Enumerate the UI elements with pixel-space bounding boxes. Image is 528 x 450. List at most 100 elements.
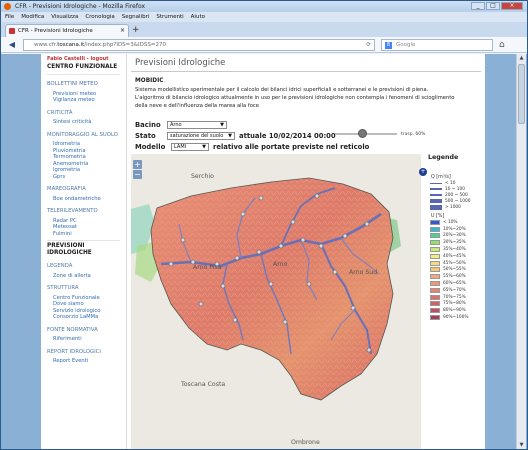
- description-line-1: Sistema modellistico sperimentale per il…: [135, 87, 429, 93]
- new-tab-button[interactable]: +: [132, 25, 140, 35]
- legend-q-line: [430, 199, 442, 203]
- browser-window: CFR - Previsioni Idrologiche - Mozilla F…: [0, 0, 528, 450]
- legend-u-label: 50%~55%: [443, 267, 466, 273]
- sidebar-link[interactable]: Sintesi criticità: [47, 119, 126, 126]
- legend-u-item: 20%~30%: [430, 233, 481, 240]
- legend-u-label: 90%~100%: [443, 315, 469, 321]
- sidebar-link[interactable]: Boe ondametriche: [47, 196, 126, 203]
- sidebar-link[interactable]: Report Eventi: [47, 358, 126, 365]
- legend-u-label: 55%~60%: [443, 274, 466, 280]
- scroll-up-icon[interactable]: ▲: [518, 55, 525, 62]
- window-title: CFR - Previsioni Idrologiche - Mozilla F…: [15, 3, 145, 10]
- menu-visualizza[interactable]: Visualizza: [51, 12, 78, 22]
- sidebar-active-title[interactable]: PREVISIONI IDROLOGICHE: [47, 243, 126, 257]
- legend-u-swatch: [430, 281, 440, 287]
- legend-q-label: 500 ~ 1000: [445, 198, 471, 204]
- legend-u-item: 55%~60%: [430, 273, 481, 280]
- maximize-button[interactable]: □: [486, 2, 500, 10]
- back-button[interactable]: ◀: [7, 40, 17, 50]
- transparency-slider-handle[interactable]: [358, 129, 368, 138]
- tab-bar: CFR - Previsioni Idrologiche × +: [1, 22, 527, 37]
- sidebar-section-title[interactable]: BOLLETTINI METEO: [47, 81, 126, 88]
- sidebar: Fabio Castelli - logout CENTRO FUNZIONAL…: [41, 54, 127, 449]
- legend-q-item: > 1000: [430, 204, 481, 210]
- label-arno-pisa: Arno Pisa: [193, 264, 222, 271]
- menu-modifica[interactable]: Modifica: [21, 12, 44, 22]
- stato-value: saturazione del suolo: [170, 133, 224, 139]
- chevron-down-icon: ▼: [202, 144, 206, 150]
- map-canvas[interactable]: Serchio Arno Pisa Arno Arno Sud Toscana …: [131, 154, 421, 450]
- sidebar-main-title[interactable]: CENTRO FUNZIONALE: [47, 64, 126, 71]
- menu-segnalibri[interactable]: Segnalibri: [122, 12, 150, 22]
- sidebar-section-title[interactable]: FONTE NORMATIVA: [47, 327, 126, 334]
- legend-u-label: 20%~30%: [443, 233, 466, 239]
- scrollbar-thumb[interactable]: [518, 64, 525, 124]
- sidebar-section-title[interactable]: TELERILEVAMENTO: [47, 208, 126, 215]
- modello-row: Modello: [135, 142, 165, 152]
- modello-select[interactable]: LAMI ▼: [171, 143, 209, 151]
- tab-cfr[interactable]: CFR - Previsioni Idrologiche ×: [5, 24, 129, 37]
- menu-aiuto[interactable]: Aiuto: [191, 12, 205, 22]
- legend-u-item: 90%~100%: [430, 314, 481, 321]
- bacino-row: Bacino: [135, 120, 161, 130]
- legend-expand-icon[interactable]: +: [419, 168, 427, 176]
- user-logout-link[interactable]: Fabio Castelli - logout: [47, 56, 126, 62]
- window-controls: _ □ ×: [471, 2, 523, 10]
- menu-file[interactable]: File: [5, 12, 14, 22]
- bacino-select[interactable]: Arno ▼: [167, 121, 227, 129]
- tab-close-icon[interactable]: ×: [120, 25, 125, 37]
- sidebar-section-title[interactable]: REPORT IDROLOGICI: [47, 349, 126, 356]
- zoom-in-button[interactable]: +: [133, 160, 142, 169]
- sidebar-link[interactable]: Gprs: [47, 174, 126, 181]
- sidebar-section-title[interactable]: MONITORAGGIO AL SUOLO: [47, 132, 126, 139]
- sidebar-link[interactable]: Fulmini: [47, 231, 126, 238]
- home-icon[interactable]: ⌂: [499, 40, 505, 50]
- modello-value: LAMI: [174, 144, 187, 150]
- sidebar-link[interactable]: Consorzio LaMMa: [47, 314, 126, 321]
- zoom-out-button[interactable]: −: [133, 170, 142, 179]
- sidebar-section-title[interactable]: MAREOGRAFIA: [47, 186, 126, 193]
- sidebar-link[interactable]: Vigilanza meteo: [47, 97, 126, 104]
- menu-cronologia[interactable]: Cronologia: [85, 12, 114, 22]
- search-bar[interactable]: 8 Google: [381, 39, 493, 51]
- legend-u-swatch: [430, 301, 440, 307]
- label-ombrone: Ombrone: [291, 439, 320, 446]
- url-bar[interactable]: www.cfr.toscana.it/index.php?IDS=3&IDSS=…: [23, 39, 375, 51]
- menu-strumenti[interactable]: Strumenti: [156, 12, 183, 22]
- url-host: toscana.it: [57, 42, 85, 48]
- legend-u-swatch: [430, 308, 440, 314]
- page-title: Previsioni Idrologiche: [135, 58, 226, 68]
- legend-u-label: 30%~35%: [443, 240, 466, 246]
- reload-icon[interactable]: ⟳: [366, 40, 371, 51]
- sidebar-link[interactable]: Zone di allerta: [47, 273, 126, 280]
- legend-q-label: > 1000: [445, 204, 461, 210]
- map[interactable]: Serchio Arno Pisa Arno Arno Sud Toscana …: [131, 154, 421, 450]
- legend-u-label: < 10%: [443, 219, 458, 225]
- search-engine-icon[interactable]: 8: [385, 42, 392, 49]
- label-serchio: Serchio: [191, 173, 214, 180]
- page-scrollbar[interactable]: ▲ ▼: [516, 54, 526, 449]
- legend-u-item: 40%~45%: [430, 253, 481, 260]
- legend-u-label: 70%~75%: [443, 294, 466, 300]
- sidebar-section-title[interactable]: STRUTTURA: [47, 285, 126, 292]
- modello-text: relativo alle portate previste nel retic…: [213, 143, 370, 151]
- divider: [47, 74, 120, 75]
- legend-u-swatch: [430, 274, 440, 280]
- legend-u-swatch: [430, 287, 440, 293]
- sidebar-section-title[interactable]: CRITICITÀ: [47, 110, 126, 117]
- scroll-down-icon[interactable]: ▼: [518, 442, 525, 449]
- legend-u-swatch: [430, 247, 440, 253]
- transparency-label: trasp. 60%: [401, 132, 426, 137]
- sidebar-section-title[interactable]: LEGENDA: [47, 263, 126, 270]
- legend-u-swatch: [430, 233, 440, 239]
- model-description: Sistema modellistico sperimentale per il…: [135, 86, 455, 110]
- search-placeholder: Google: [396, 42, 416, 48]
- tab-label: CFR - Previsioni Idrologiche: [18, 28, 93, 34]
- stato-select[interactable]: saturazione del suolo ▼: [167, 132, 235, 140]
- legend-q-line: [430, 204, 442, 210]
- close-window-button[interactable]: ×: [501, 2, 523, 10]
- sidebar-link[interactable]: Riferimenti: [47, 336, 126, 343]
- minimize-button[interactable]: _: [471, 2, 485, 10]
- legend-u-item: 70%~75%: [430, 294, 481, 301]
- legend-u-label: 35%~40%: [443, 247, 466, 253]
